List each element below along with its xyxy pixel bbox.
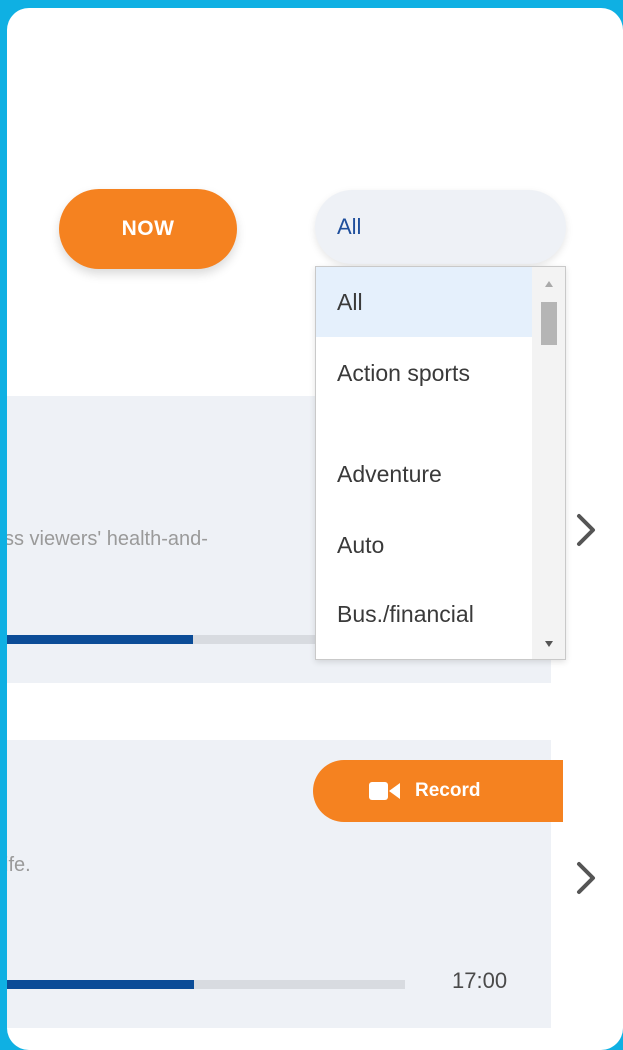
category-select[interactable]: All — [315, 190, 566, 264]
scroll-down-arrow-icon[interactable] — [544, 639, 554, 649]
chevron-right-icon[interactable] — [571, 510, 601, 550]
dropdown-option-bus-financial[interactable]: Bus./financial — [316, 595, 532, 655]
record-button[interactable]: Record — [313, 760, 563, 822]
dropdown-option-auto[interactable]: Auto — [316, 526, 532, 586]
scrollbar-thumb[interactable] — [541, 302, 557, 345]
progress-fill — [7, 635, 194, 644]
program-card[interactable]: Record ife. 17:00 — [7, 740, 563, 1028]
now-button[interactable]: NOW — [59, 189, 237, 269]
app-frame: NOW All ss viewers' health-and- Record i… — [7, 8, 623, 1050]
progress-track — [7, 980, 405, 989]
category-dropdown-list: All Action sports Adventure Auto Bus./fi… — [315, 266, 566, 660]
dropdown-option-action-sports[interactable]: Action sports — [316, 349, 516, 435]
category-select-value: All — [337, 214, 362, 239]
chevron-right-icon[interactable] — [571, 858, 601, 898]
progress-fill — [7, 980, 195, 989]
program-description: ife. — [7, 854, 31, 876]
dropdown-option-all[interactable]: All — [316, 267, 532, 337]
program-time: 17:00 — [452, 968, 508, 993]
dropdown-option-adventure[interactable]: Adventure — [316, 455, 532, 515]
video-camera-icon — [369, 781, 401, 801]
record-label: Record — [415, 780, 481, 801]
program-description: ss viewers' health-and- — [7, 528, 208, 550]
dropdown-scrollbar[interactable] — [532, 267, 565, 659]
scroll-up-arrow-icon[interactable] — [544, 279, 554, 289]
